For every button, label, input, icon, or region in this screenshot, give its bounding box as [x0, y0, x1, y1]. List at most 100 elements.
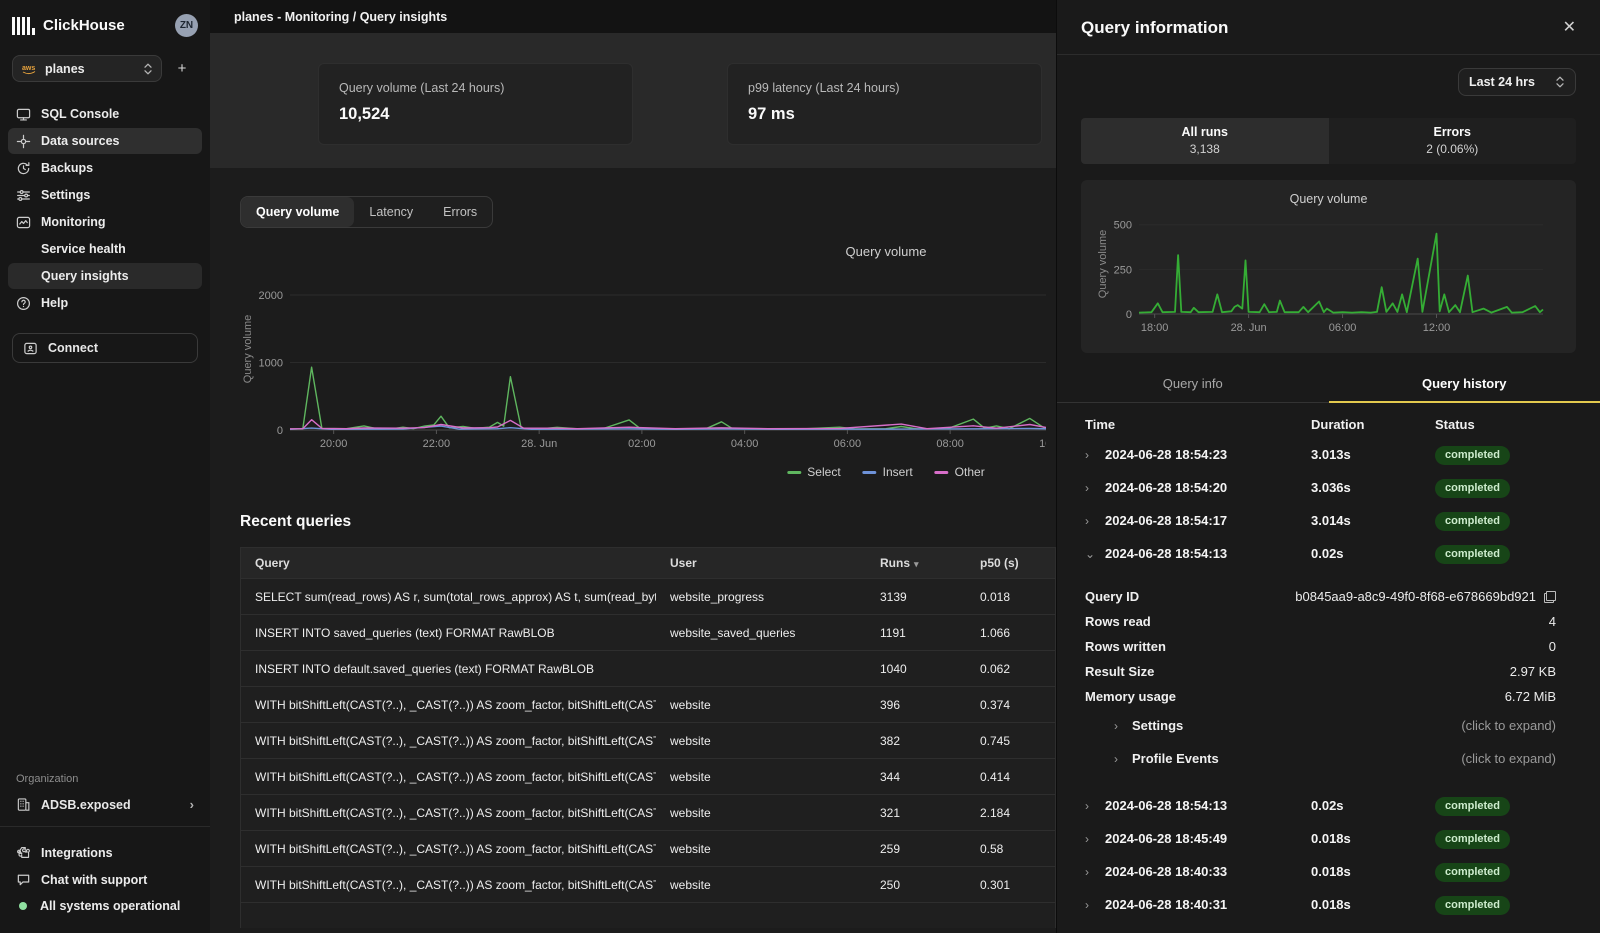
table-row[interactable]: WITH bitShiftLeft(CAST(?..), _CAST(?..))…: [241, 686, 1055, 722]
organization-switcher[interactable]: ADSB.exposed ›: [0, 793, 210, 826]
table-row[interactable]: SELECT sum(read_rows) AS r, sum(total_ro…: [241, 578, 1055, 614]
toggle-label: All runs: [1081, 125, 1329, 139]
table-row[interactable]: WITH bitShiftLeft(CAST(?..), _CAST(?..))…: [241, 866, 1055, 902]
history-row[interactable]: › 2024-06-28 18:54:23 3.013s completed: [1057, 438, 1600, 471]
table-row[interactable]: WITH bitShiftLeft(CAST(?..), _CAST(?..))…: [241, 722, 1055, 758]
integrations-label: Integrations: [41, 846, 113, 860]
table-row[interactable]: WITH bitShiftLeft(CAST(?..), _CAST(?..))…: [241, 794, 1055, 830]
sidebar-item-label: Data sources: [41, 134, 120, 148]
system-status[interactable]: All systems operational: [0, 893, 210, 919]
chat-icon: [16, 872, 31, 887]
column-time: Time: [1085, 417, 1311, 432]
status-badge: completed: [1435, 512, 1510, 531]
column-user: User: [656, 556, 866, 570]
chevron-right-icon: ›: [190, 797, 194, 812]
status-badge: completed: [1435, 830, 1510, 849]
chevron-right-icon: ›: [1085, 481, 1105, 495]
stat-value: 97 ms: [748, 105, 1021, 124]
svg-text:08:00: 08:00: [936, 438, 964, 450]
settings-expander[interactable]: ›Settings (click to expand): [1057, 709, 1600, 742]
sidebar: ClickHouse ZN aws planes + SQL Console: [0, 0, 210, 933]
detail-memory-usage: Memory usage 6.72 MiB: [1057, 684, 1600, 709]
copy-icon[interactable]: [1544, 591, 1556, 603]
sidebar-bottom: Organization ADSB.exposed › Integrations…: [0, 773, 210, 919]
table-row[interactable]: INSERT INTO saved_queries (text) FORMAT …: [241, 614, 1055, 650]
chart-legend: Select Insert Other: [787, 465, 984, 479]
connect-label: Connect: [48, 341, 98, 355]
toggle-value: 3,138: [1081, 142, 1329, 156]
svg-text:04:00: 04:00: [731, 438, 759, 450]
history-row[interactable]: › 2024-06-28 18:40:31 0.018s completed: [1057, 888, 1600, 921]
query-volume-chart: Query volume 01000200020:0022:0028. Jun0…: [240, 236, 1056, 487]
close-icon[interactable]: ✕: [1563, 20, 1576, 36]
table-row[interactable]: WITH bitShiftLeft(CAST(?..), _CAST(?..))…: [241, 758, 1055, 794]
history-row[interactable]: › 2024-06-28 18:45:49 0.018s completed: [1057, 822, 1600, 855]
sidebar-item-service-health[interactable]: Service health: [8, 236, 202, 262]
sidebar-item-label: Query insights: [41, 269, 129, 283]
toggle-errors[interactable]: Errors 2 (0.06%): [1329, 118, 1577, 164]
help-icon: [16, 296, 31, 311]
stats-band: Query volume (Last 24 hours) 10,524 p99 …: [210, 33, 1056, 168]
status-badge: completed: [1435, 797, 1510, 816]
history-row[interactable]: › 2024-06-28 18:54:17 3.014s completed: [1057, 504, 1600, 537]
connect-icon: [23, 341, 38, 356]
tab-query-history[interactable]: Query history: [1329, 367, 1600, 403]
time-range-select[interactable]: Last 24 hrs: [1458, 68, 1576, 96]
monitoring-icon: [16, 215, 31, 230]
tab-query-volume[interactable]: Query volume: [241, 197, 354, 227]
svg-text:Query volume: Query volume: [242, 315, 254, 383]
svg-text:28. Jun: 28. Jun: [1231, 322, 1267, 334]
status-badge: completed: [1435, 896, 1510, 915]
mini-query-volume-plot: 025050018:0028. Jun06:0012:00Query volum…: [1095, 208, 1551, 340]
sidebar-item-help[interactable]: Help: [8, 290, 202, 316]
breadcrumb: planes - Monitoring / Query insights: [234, 10, 447, 24]
legend-swatch: [935, 471, 949, 474]
sidebar-item-label: Service health: [41, 242, 126, 256]
table-row[interactable]: WITH bitShiftLeft(CAST(?..), _CAST(?..))…: [241, 830, 1055, 866]
column-runs[interactable]: Runs▾: [866, 556, 966, 570]
tab-query-info[interactable]: Query info: [1057, 367, 1329, 402]
svg-text:Query volume: Query volume: [1097, 230, 1109, 298]
chevron-right-icon: ›: [1085, 898, 1105, 912]
profile-events-expander[interactable]: ›Profile Events (click to expand): [1057, 742, 1600, 775]
svg-text:250: 250: [1114, 264, 1132, 276]
recent-queries-table: Query User Runs▾ p50 (s) SELECT sum(read…: [240, 547, 1056, 928]
insights-content: Query volume Latency Errors Query volume…: [210, 168, 1056, 928]
toggle-all-runs[interactable]: All runs 3,138: [1081, 118, 1329, 164]
column-query: Query: [241, 556, 656, 570]
service-select[interactable]: aws planes: [12, 55, 162, 82]
svg-text:18:00: 18:00: [1141, 322, 1169, 334]
detail-rows-written: Rows written 0: [1057, 634, 1600, 659]
sidebar-item-settings[interactable]: Settings: [8, 182, 202, 208]
chevron-updown-icon: [1555, 75, 1565, 89]
connect-button[interactable]: Connect: [12, 333, 198, 363]
svg-text:06:00: 06:00: [834, 438, 862, 450]
brand-name: ClickHouse: [43, 17, 175, 34]
table-row[interactable]: INSERT INTO default.saved_queries (text)…: [241, 650, 1055, 686]
sidebar-item-query-insights[interactable]: Query insights: [8, 263, 202, 289]
sidebar-item-backups[interactable]: Backups: [8, 155, 202, 181]
sidebar-item-monitoring[interactable]: Monitoring: [8, 209, 202, 235]
user-avatar[interactable]: ZN: [175, 14, 198, 37]
svg-text:500: 500: [1114, 220, 1132, 232]
tab-errors[interactable]: Errors: [428, 197, 492, 227]
sidebar-item-chat-support[interactable]: Chat with support: [0, 866, 210, 893]
chevron-updown-icon: [143, 62, 153, 76]
sidebar-item-sql-console[interactable]: SQL Console: [8, 101, 202, 127]
history-row[interactable]: › 2024-06-28 18:54:13 0.02s completed: [1057, 789, 1600, 822]
history-row[interactable]: › 2024-06-28 18:40:33 0.018s completed: [1057, 855, 1600, 888]
tab-latency[interactable]: Latency: [354, 197, 428, 227]
sort-desc-icon: ▾: [914, 559, 919, 569]
history-row[interactable]: › 2024-06-28 18:54:20 3.036s completed: [1057, 471, 1600, 504]
history-header: Time Duration Status: [1057, 403, 1600, 438]
history-row-expanded[interactable]: ⌄ 2024-06-28 18:54:13 0.02s completed: [1057, 537, 1600, 570]
sidebar-item-integrations[interactable]: Integrations: [0, 839, 210, 866]
add-service-button[interactable]: +: [172, 60, 192, 77]
legend-item-select[interactable]: Select: [787, 465, 840, 479]
sidebar-item-data-sources[interactable]: Data sources: [8, 128, 202, 154]
stat-label: p99 latency (Last 24 hours): [748, 81, 1021, 95]
legend-item-other[interactable]: Other: [935, 465, 985, 479]
legend-item-insert[interactable]: Insert: [863, 465, 913, 479]
settings-icon: [16, 188, 31, 203]
chart-tabbar: Query volume Latency Errors: [240, 196, 493, 228]
